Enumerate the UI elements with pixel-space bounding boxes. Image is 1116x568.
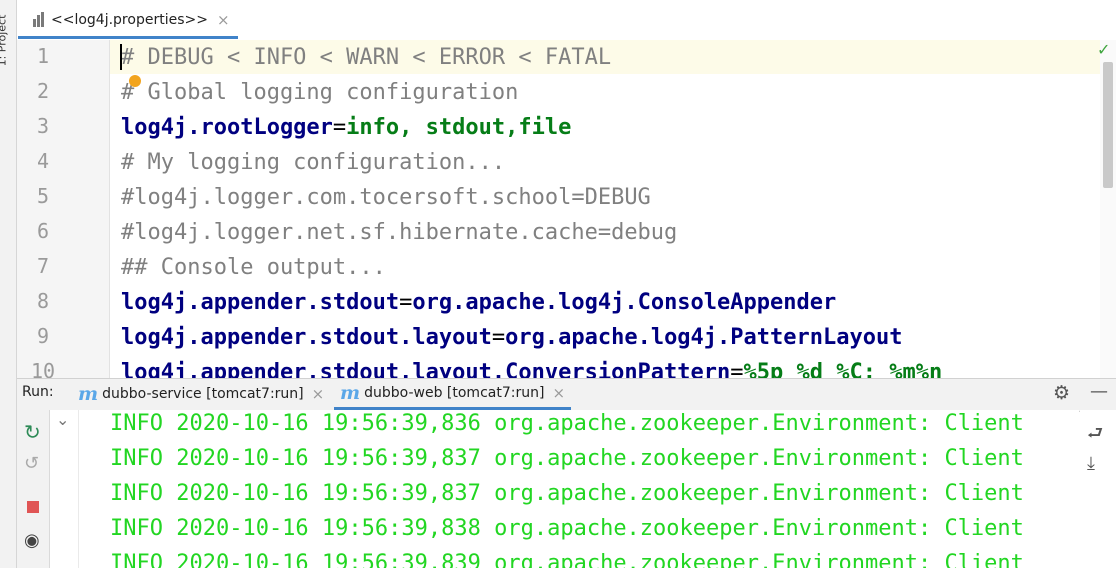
line-number: 9: [36, 324, 50, 348]
rerun-failed-icon[interactable]: ↺: [24, 453, 39, 474]
code-token: # DEBUG < INFO < WARN < ERROR < FATAL: [121, 45, 612, 70]
maven-icon: m: [340, 382, 361, 404]
code-line: log4j.appender.stdout.layout=org.apache.…: [121, 320, 902, 355]
code-token: =: [332, 115, 347, 140]
line-number: 2: [36, 79, 50, 103]
code-line: #log4j.logger.net.sf.hibernate.cache=deb…: [121, 215, 677, 250]
minimize-icon[interactable]: —: [1090, 381, 1108, 402]
code-token: # Global logging configuration: [121, 80, 519, 105]
console-line: INFO 2020-10-16 19:56:39,836 org.apache.…: [110, 411, 1024, 436]
editor-scroll-thumb[interactable]: [1103, 62, 1113, 188]
code-editor[interactable]: # DEBUG < INFO < WARN < ERROR < FATAL # G…: [110, 40, 1100, 378]
project-tool-label: 1: Project: [0, 14, 9, 67]
code-token: %5p %d %C: %m%n: [743, 360, 943, 378]
console-line: INFO 2020-10-16 19:56:39,839 org.apache.…: [110, 551, 1024, 568]
code-token: log4j.appender.stdout.layout.ConversionP…: [121, 360, 731, 378]
console-output[interactable]: INFO 2020-10-16 19:56:39,836 org.apache.…: [79, 410, 1079, 568]
line-number: 7: [36, 254, 50, 278]
code-token: org.apache.log4j.PatternLayout: [505, 325, 903, 350]
left-tool-strip: [0, 0, 17, 568]
project-tool-button[interactable]: 1: Project: [0, 6, 16, 76]
run-tab-label: dubbo-web [tomcat7:run]: [364, 385, 545, 401]
code-line: log4j.appender.stdout.layout.ConversionP…: [121, 355, 942, 378]
scroll-to-end-icon[interactable]: ⤓: [1087, 453, 1095, 474]
code-line: # Global logging configuration: [121, 75, 518, 110]
line-number: 8: [36, 289, 50, 313]
code-token: ## Console output...: [121, 255, 386, 280]
run-tab-dubbo-service[interactable]: m dubbo-service [tomcat7:run] ×: [72, 379, 330, 408]
code-line: log4j.appender.stdout=org.apache.log4j.C…: [121, 285, 836, 320]
console-fold-gutter: [50, 410, 79, 568]
tab-log4j-properties[interactable]: <<log4j.properties>> ×: [18, 4, 238, 39]
code-token: =: [730, 360, 744, 378]
intention-bulb-icon[interactable]: [129, 75, 141, 87]
line-number: 10: [30, 359, 56, 378]
text-caret: [120, 44, 122, 70]
line-number: 6: [36, 219, 50, 243]
line-number: 1: [36, 44, 50, 68]
code-token: org.apache.log4j.ConsoleAppender: [412, 290, 837, 315]
console-line: INFO 2020-10-16 19:56:39,838 org.apache.…: [110, 516, 1024, 541]
tab-close-icon[interactable]: ×: [217, 11, 230, 29]
run-tab-dubbo-web[interactable]: m dubbo-web [tomcat7:run] ×: [334, 379, 572, 410]
properties-file-icon: [32, 12, 46, 28]
code-line: # My logging configuration...: [121, 145, 505, 180]
run-tab-close-icon[interactable]: ×: [312, 385, 325, 403]
chevron-down-icon[interactable]: ⌄: [56, 410, 69, 429]
soft-wrap-icon[interactable]: ⮐: [1087, 421, 1103, 451]
code-token: log4j.appender.stdout: [121, 290, 400, 315]
code-line: ## Console output...: [121, 250, 386, 285]
view-options-eye-icon[interactable]: ◉: [24, 530, 40, 551]
stop-icon[interactable]: [27, 501, 39, 513]
run-tab-close-icon[interactable]: ×: [552, 384, 565, 402]
code-token: =: [491, 325, 506, 350]
code-token: #log4j.logger.net.sf.hibernate.cache=deb…: [121, 220, 678, 245]
line-number: 3: [36, 114, 50, 138]
code-token: #log4j.logger.com.tocersoft.school=DEBUG: [121, 185, 651, 210]
code-line: # DEBUG < INFO < WARN < ERROR < FATAL: [121, 40, 611, 75]
code-token: log4j.rootLogger: [121, 115, 333, 140]
code-token: =: [399, 290, 413, 315]
code-line: #log4j.logger.com.tocersoft.school=DEBUG: [121, 180, 651, 215]
run-label: Run:: [22, 384, 54, 400]
rerun-icon[interactable]: ↻: [24, 420, 41, 444]
code-token: # My logging configuration...: [121, 150, 506, 175]
run-tab-label: dubbo-service [tomcat7:run]: [102, 385, 304, 402]
tab-label: <<log4j.properties>>: [51, 12, 208, 28]
settings-gear-icon[interactable]: ⚙: [1053, 382, 1070, 404]
maven-icon: m: [78, 382, 99, 405]
line-number: 5: [36, 184, 50, 208]
code-token: log4j.appender.stdout.layout: [121, 325, 492, 350]
line-number: 4: [36, 149, 50, 173]
console-line: INFO 2020-10-16 19:56:39,837 org.apache.…: [110, 446, 1024, 471]
code-token: info, stdout,file: [346, 115, 572, 140]
code-line: log4j.rootLogger=info, stdout,file: [121, 110, 571, 145]
line-number-gutter: 1 2 3 4 5 6 7 8 9 10: [17, 40, 110, 378]
console-line: INFO 2020-10-16 19:56:39,837 org.apache.…: [110, 481, 1024, 506]
inspection-ok-icon[interactable]: ✓: [1097, 40, 1110, 59]
